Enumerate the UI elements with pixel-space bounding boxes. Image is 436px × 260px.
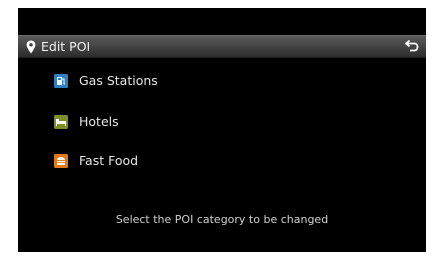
category-label: Fast Food: [79, 153, 139, 168]
hotel-icon: [54, 115, 68, 129]
category-label: Hotels: [79, 114, 119, 129]
page-title: Edit POI: [41, 39, 91, 54]
header-bar: Edit POI: [18, 35, 426, 58]
edit-poi-screen: Edit POI Gas Stations Hotels Fast Food S…: [18, 8, 426, 252]
fast-food-icon: [54, 154, 68, 168]
category-item-fast-food[interactable]: Fast Food: [54, 151, 354, 171]
category-item-hotels[interactable]: Hotels: [54, 112, 354, 132]
category-item-gas-stations[interactable]: Gas Stations: [54, 71, 354, 91]
gas-station-icon: [54, 74, 68, 88]
instruction-text: Select the POI category to be changed: [115, 213, 329, 226]
location-pin-icon: [26, 40, 36, 54]
category-label: Gas Stations: [79, 73, 158, 88]
back-arrow-icon[interactable]: [404, 39, 419, 54]
